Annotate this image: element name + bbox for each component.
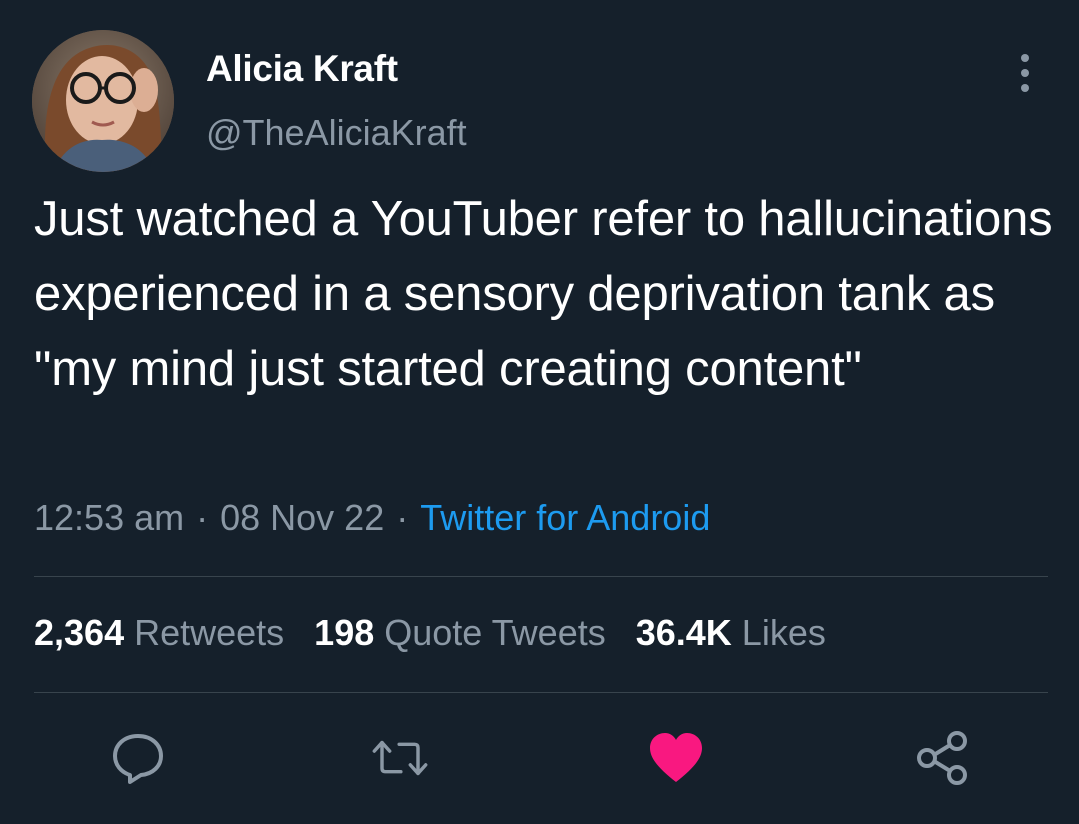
avatar-image bbox=[32, 30, 174, 172]
more-vertical-icon bbox=[1021, 54, 1029, 92]
retweet-button[interactable] bbox=[370, 730, 430, 786]
retweets-count: 2,364 bbox=[34, 612, 125, 653]
tweet-time[interactable]: 12:53 am bbox=[34, 497, 184, 538]
retweets-stat[interactable]: 2,364 Retweets bbox=[34, 612, 284, 654]
like-button[interactable] bbox=[646, 730, 706, 786]
tweet-source-link[interactable]: Twitter for Android bbox=[420, 497, 710, 538]
tweet-meta: 12:53 am · 08 Nov 22 · Twitter for Android bbox=[34, 497, 710, 539]
likes-stat[interactable]: 36.4K Likes bbox=[636, 612, 826, 654]
tweet-text: Just watched a YouTuber refer to halluci… bbox=[34, 192, 1053, 396]
retweet-icon bbox=[372, 740, 428, 776]
meta-separator: · bbox=[396, 497, 409, 538]
reply-button[interactable] bbox=[108, 730, 168, 786]
share-icon bbox=[917, 731, 967, 785]
divider bbox=[34, 576, 1048, 577]
author-name[interactable]: Alicia Kraft bbox=[206, 48, 398, 90]
author-handle[interactable]: @TheAliciaKraft bbox=[206, 112, 467, 154]
likes-label: Likes bbox=[741, 612, 826, 653]
tweet-stats: 2,364 Retweets 198 Quote Tweets 36.4K Likes bbox=[34, 612, 856, 654]
likes-count: 36.4K bbox=[635, 612, 732, 653]
meta-separator: · bbox=[196, 497, 209, 538]
avatar[interactable] bbox=[32, 30, 174, 172]
reply-icon bbox=[113, 734, 163, 784]
more-options-button[interactable] bbox=[1008, 52, 1042, 96]
like-icon bbox=[650, 733, 702, 782]
tweet-card: Alicia Kraft @TheAliciaKraft Just watche… bbox=[0, 0, 1079, 824]
quote-tweets-count: 198 bbox=[314, 612, 375, 653]
share-button[interactable] bbox=[912, 730, 972, 786]
retweets-label: Retweets bbox=[134, 612, 285, 653]
quote-tweets-label: Quote Tweets bbox=[384, 612, 606, 653]
divider bbox=[34, 692, 1048, 693]
quote-tweets-stat[interactable]: 198 Quote Tweets bbox=[314, 612, 606, 654]
tweet-date[interactable]: 08 Nov 22 bbox=[220, 497, 384, 538]
